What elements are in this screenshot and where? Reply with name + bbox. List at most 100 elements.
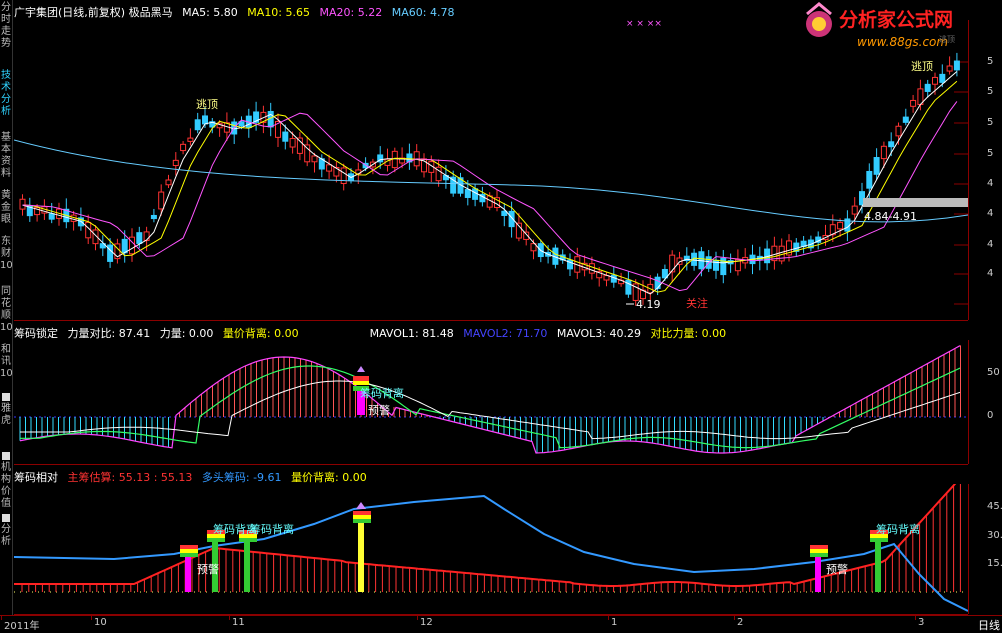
candle-body bbox=[669, 254, 676, 273]
warning-marker bbox=[180, 545, 198, 592]
price-tick: 4 bbox=[987, 178, 994, 189]
date-label: 1 bbox=[611, 617, 618, 628]
sidebar-item-label: 分时走势 bbox=[1, 2, 11, 49]
sidebar-item-label: 雅虎 bbox=[1, 403, 11, 426]
square-icon bbox=[2, 514, 10, 522]
candle-body bbox=[932, 76, 938, 85]
rel-divergence-label-3: 筹码背离 bbox=[876, 522, 920, 536]
candle-body bbox=[873, 157, 880, 175]
chart-title: 广宇集团(日线,前复权) 极品黑马 bbox=[14, 6, 173, 19]
candle-body bbox=[136, 232, 143, 244]
power-value: 力量: 0.00 bbox=[159, 327, 214, 340]
chip-relative-title: 筹码相对 bbox=[14, 471, 58, 484]
candle-body bbox=[202, 115, 208, 125]
sidebar-item-label: 黄金眼 bbox=[1, 190, 11, 225]
candle-body bbox=[180, 143, 187, 152]
candle-body bbox=[165, 179, 172, 186]
date-label: 11 bbox=[232, 617, 245, 628]
mavol3-label: MAVOL3: 40.29 bbox=[556, 327, 641, 340]
date-label: 2011年 bbox=[4, 621, 40, 632]
square-icon bbox=[2, 452, 10, 460]
candle-body bbox=[187, 137, 194, 142]
price-tick: 4 bbox=[987, 268, 994, 279]
date-label: 3 bbox=[918, 617, 925, 628]
chip-lock-chart[interactable]: 筹码背离 预警 bbox=[14, 340, 968, 465]
mavol1-label: MAVOL1: 81.48 bbox=[369, 327, 454, 340]
sidebar-item-5[interactable]: 同花顺10 bbox=[0, 286, 13, 334]
hidden-escape-label: 逃顶 bbox=[939, 34, 955, 44]
svg-text:× × ××: × × ×× bbox=[626, 20, 662, 29]
date-tick-mark bbox=[915, 616, 916, 620]
rel-tick: 30. bbox=[987, 530, 1002, 541]
sidebar-item-0[interactable]: 分时走势 bbox=[0, 2, 12, 50]
range-label: 4.84-4.91 bbox=[864, 210, 917, 223]
power-ratio: 力量对比: 87.41 bbox=[67, 327, 151, 340]
candle-body bbox=[939, 73, 946, 83]
candle-body bbox=[924, 83, 931, 92]
candle-body bbox=[953, 60, 960, 71]
price-tick: 5 bbox=[987, 86, 994, 97]
flower-icon bbox=[356, 502, 366, 509]
sidebar-item-7[interactable]: 雅虎 bbox=[0, 393, 12, 427]
candle-body bbox=[304, 144, 311, 163]
candle-body bbox=[194, 119, 201, 131]
main-chip-estimate: 主筹估算: 55.13 : 55.13 bbox=[67, 471, 193, 484]
sidebar-item-2[interactable]: 基本资料 bbox=[0, 132, 12, 180]
sidebar-item-9[interactable]: 分析 bbox=[0, 514, 12, 548]
ma20-label: MA20: 5.22 bbox=[319, 6, 383, 19]
svg-text:4.19: 4.19 bbox=[636, 298, 661, 311]
date-label: 10 bbox=[94, 617, 107, 628]
rel-warning-label-2: 预警 bbox=[826, 562, 848, 576]
rel-divergence-label-2: 筹码背离 bbox=[250, 522, 294, 536]
sidebar-item-4[interactable]: 东财10 bbox=[0, 236, 13, 272]
main-kline-chart[interactable]: × × ×× 逃顶 逃顶 逃顶 4.19 关注 4.84-4.91 bbox=[14, 20, 968, 321]
compare-power: 对比力量: 0.00 bbox=[650, 327, 727, 340]
escape-top-label-2: 逃顶 bbox=[911, 60, 933, 73]
rel-tick: 45. bbox=[987, 501, 1002, 512]
candle-body bbox=[282, 131, 289, 142]
candle-body bbox=[851, 205, 858, 215]
candle-body bbox=[150, 214, 157, 220]
date-tick-mark bbox=[417, 616, 418, 620]
sidebar-item-1[interactable]: 技术分析 bbox=[0, 70, 12, 118]
sidebar-item-6[interactable]: 和讯10 bbox=[0, 344, 13, 380]
pink-markers: × × ×× bbox=[626, 20, 662, 29]
candle-body bbox=[464, 189, 471, 198]
sidebar-item-8[interactable]: 机构价值 bbox=[0, 452, 12, 510]
sidebar-item-label: 和讯10 bbox=[0, 344, 13, 379]
date-tick-mark bbox=[608, 616, 609, 620]
sidebar-item-3[interactable]: 黄金眼 bbox=[0, 190, 12, 226]
chip-relative-header: 筹码相对 主筹估算: 55.13 : 55.13 多头筹码: -9.61 量价背… bbox=[14, 469, 373, 484]
candle-body bbox=[837, 221, 844, 230]
date-tick-mark bbox=[734, 616, 735, 620]
main-chart-header: 广宇集团(日线,前复权) 极品黑马 MA5: 5.80 MA10: 5.65 M… bbox=[14, 4, 460, 19]
candle-body bbox=[588, 263, 595, 274]
ma5-label: MA5: 5.80 bbox=[182, 6, 238, 19]
lock-tick: 50 bbox=[987, 367, 1000, 378]
chip-relative-chart[interactable]: 筹码背离 筹码背离 筹码背离 预警 预警 bbox=[14, 484, 968, 615]
candle-body bbox=[340, 167, 347, 185]
relative-volume-divergence: 量价背离: 0.00 bbox=[291, 471, 367, 484]
main-price-scale: 5 5 5 5 4 4 4 4 bbox=[968, 20, 1002, 320]
candle-body bbox=[121, 238, 128, 254]
divergence-marker bbox=[239, 530, 257, 592]
period-label[interactable]: 日线 bbox=[978, 617, 1000, 633]
date-axis: 日线 2011年 10 11 12 1 2 3 bbox=[0, 615, 1002, 633]
ma10-line bbox=[22, 80, 958, 293]
candle-body bbox=[910, 99, 917, 107]
mavol2-label: MAVOL2: 71.70 bbox=[463, 327, 548, 340]
left-sidebar: 分时走势技术分析基本资料黄金眼东财10 同花顺10 和讯10 雅虎机构价值分析 bbox=[0, 0, 13, 615]
candle-body bbox=[902, 116, 909, 123]
mavol1-line bbox=[19, 345, 961, 454]
candle-body bbox=[895, 125, 902, 137]
rel-warning-label-1: 预警 bbox=[197, 562, 219, 576]
price-tick: 5 bbox=[987, 56, 994, 67]
candle-body bbox=[880, 145, 887, 160]
candle-body bbox=[866, 170, 873, 189]
escape-top-label-1: 逃顶 bbox=[196, 98, 218, 111]
candle-body bbox=[19, 198, 26, 210]
low-price-annotation: 4.19 bbox=[626, 298, 661, 311]
long-chips: 多头筹码: -9.61 bbox=[201, 471, 282, 484]
candle-body bbox=[143, 231, 150, 241]
price-tick: 5 bbox=[987, 148, 994, 159]
